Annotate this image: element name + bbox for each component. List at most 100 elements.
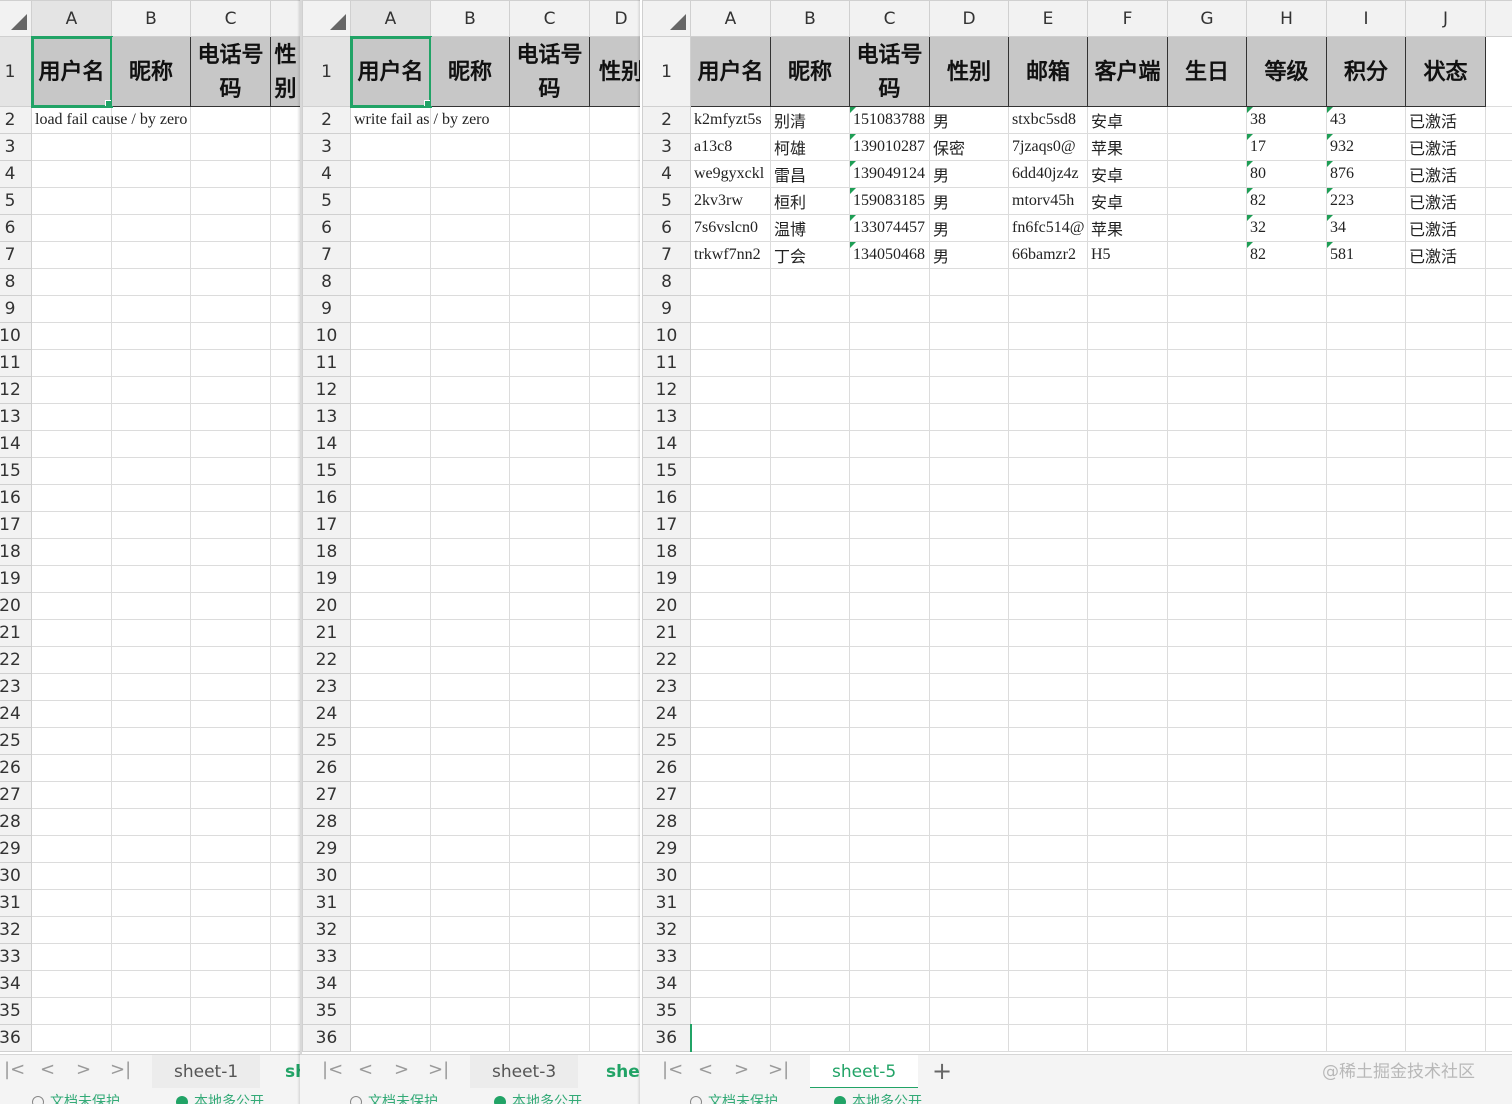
grid-cell[interactable] <box>31 700 112 728</box>
grid-cell[interactable] <box>1008 457 1088 485</box>
grid-cell[interactable] <box>1087 349 1168 377</box>
grid-cell[interactable] <box>190 916 271 944</box>
row-header-33[interactable]: 33 <box>302 943 351 971</box>
row-header-23[interactable]: 23 <box>642 673 691 701</box>
row-header-19[interactable]: 19 <box>0 565 32 593</box>
grid-cell[interactable] <box>509 106 590 134</box>
grid-cell[interactable] <box>589 484 640 512</box>
grid-cell[interactable] <box>929 808 1009 836</box>
grid-cell[interactable] <box>111 322 191 350</box>
row-header-13[interactable]: 13 <box>642 403 691 431</box>
grid-cell[interactable] <box>350 754 431 782</box>
grid-cell[interactable] <box>1485 133 1512 161</box>
grid-cell[interactable] <box>31 619 112 647</box>
grid-cell[interactable] <box>350 484 431 512</box>
grid-cell[interactable] <box>31 673 112 701</box>
grid-cell[interactable] <box>690 619 771 647</box>
grid-cell[interactable] <box>31 187 112 215</box>
row-header-23[interactable]: 23 <box>0 673 32 701</box>
grid-cell[interactable] <box>1167 808 1247 836</box>
row-header-28[interactable]: 28 <box>302 808 351 836</box>
grid-cell[interactable] <box>31 916 112 944</box>
grid-cell[interactable] <box>690 430 771 458</box>
grid-cell[interactable] <box>1008 376 1088 404</box>
row-header-18[interactable]: 18 <box>642 538 691 566</box>
grid-cell[interactable] <box>1246 889 1327 917</box>
grid-cell[interactable] <box>1405 538 1486 566</box>
data-cell[interactable]: 安卓 <box>1087 106 1168 134</box>
grid-cell[interactable] <box>849 727 930 755</box>
grid-cell[interactable] <box>589 673 640 701</box>
grid-cell[interactable] <box>270 511 300 539</box>
grid-cell[interactable] <box>770 538 850 566</box>
header-cell[interactable]: 性别 <box>589 36 640 107</box>
grid-cell[interactable] <box>589 268 640 296</box>
row-header-23[interactable]: 23 <box>302 673 351 701</box>
grid-cell[interactable] <box>509 376 590 404</box>
grid-cell[interactable] <box>350 619 431 647</box>
grid-cell[interactable] <box>929 943 1009 971</box>
protect-status[interactable]: 文档未保护 <box>368 1094 438 1104</box>
column-header-a[interactable]: A <box>690 0 771 37</box>
grid-cell[interactable] <box>1405 808 1486 836</box>
grid-cell[interactable] <box>849 916 930 944</box>
grid-cell[interactable] <box>589 889 640 917</box>
grid-cell[interactable] <box>1326 268 1406 296</box>
grid-cell[interactable] <box>690 646 771 674</box>
grid-cell[interactable] <box>1167 322 1247 350</box>
grid-cell[interactable] <box>1405 1024 1486 1052</box>
grid-cell[interactable] <box>430 349 510 377</box>
row-header-25[interactable]: 25 <box>302 727 351 755</box>
data-cell[interactable]: 2kv3rw <box>690 187 771 215</box>
grid-cell[interactable] <box>1326 997 1406 1025</box>
grid-cell[interactable] <box>111 457 191 485</box>
grid-cell[interactable] <box>509 1024 590 1052</box>
data-cell[interactable]: 男 <box>929 106 1009 134</box>
grid-cell[interactable] <box>31 160 112 188</box>
header-cell[interactable]: 昵称 <box>430 36 510 107</box>
row-header-1[interactable]: 1 <box>0 36 32 107</box>
grid-cell[interactable] <box>1087 781 1168 809</box>
data-cell[interactable]: 已激活 <box>1405 133 1486 161</box>
header-cell[interactable]: 昵称 <box>111 36 191 107</box>
grid-cell[interactable] <box>350 862 431 890</box>
grid-cell[interactable] <box>190 997 271 1025</box>
grid-cell[interactable] <box>509 538 590 566</box>
grid-cell[interactable] <box>190 214 271 242</box>
grid-cell[interactable] <box>1087 484 1168 512</box>
first-sheet-icon[interactable]: |< <box>4 1059 25 1080</box>
grid-cell[interactable] <box>1246 997 1327 1025</box>
header-cell[interactable]: 用户名 <box>349 35 432 108</box>
row-header-36[interactable]: 36 <box>302 1024 351 1052</box>
row-header-32[interactable]: 32 <box>0 916 32 944</box>
grid-cell[interactable] <box>849 781 930 809</box>
grid-cell[interactable] <box>31 565 112 593</box>
grid-cell[interactable] <box>1246 754 1327 782</box>
grid-cell[interactable] <box>589 376 640 404</box>
header-cell[interactable]: 电话号码 <box>849 36 930 107</box>
row-header-12[interactable]: 12 <box>0 376 32 404</box>
grid-cell[interactable] <box>690 295 771 323</box>
data-cell[interactable]: H5 <box>1087 241 1168 269</box>
grid-cell[interactable] <box>111 592 191 620</box>
grid-cell[interactable] <box>190 295 271 323</box>
grid-cell[interactable] <box>1485 592 1512 620</box>
grid-cell[interactable] <box>270 835 300 863</box>
grid-cell[interactable] <box>430 835 510 863</box>
grid-cell[interactable] <box>589 187 640 215</box>
data-cell[interactable]: 桓利 <box>770 187 850 215</box>
grid-cell[interactable] <box>350 970 431 998</box>
grid-cell[interactable] <box>1405 700 1486 728</box>
grid-cell[interactable] <box>1167 727 1247 755</box>
grid-cell[interactable] <box>509 214 590 242</box>
grid-cell[interactable] <box>1485 889 1512 917</box>
grid-cell[interactable] <box>270 673 300 701</box>
grid-cell[interactable] <box>690 511 771 539</box>
grid-cell[interactable] <box>270 538 300 566</box>
row-header-3[interactable]: 3 <box>0 133 32 161</box>
grid-cell[interactable] <box>589 241 640 269</box>
data-cell[interactable] <box>1167 106 1247 134</box>
grid-cell[interactable] <box>509 646 590 674</box>
data-cell[interactable]: 82 <box>1246 241 1327 269</box>
grid-cell[interactable] <box>1087 970 1168 998</box>
